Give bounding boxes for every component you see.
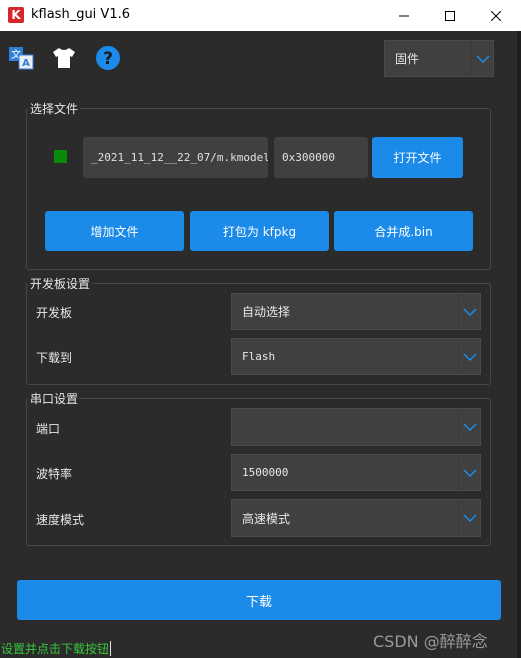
close-icon	[491, 10, 501, 21]
chevron-down-icon	[458, 339, 480, 374]
chevron-down-icon	[458, 500, 480, 536]
speed-mode-select[interactable]: 高速模式	[231, 499, 481, 537]
app-logo-icon: K	[8, 7, 24, 23]
baud-rate-label: 波特率	[36, 467, 73, 481]
window-title: kflash_gui V1.6	[31, 7, 130, 22]
speed-mode-label: 速度模式	[36, 513, 85, 527]
address-input[interactable]: 0x300000	[274, 137, 368, 178]
chevron-down-icon	[458, 409, 480, 445]
maximize-button[interactable]	[427, 0, 473, 31]
firmware-select-value: 固件	[395, 52, 420, 66]
chevron-down-icon	[458, 455, 480, 490]
pack-kfpkg-button[interactable]: 打包为 kfpkg	[190, 211, 329, 251]
title-bar: K kflash_gui V1.6	[0, 0, 521, 31]
status-text: 设置并点击下载按钮	[1, 642, 110, 656]
port-select[interactable]	[231, 408, 481, 446]
firmware-select[interactable]: 固件	[384, 40, 494, 77]
board-select-value: 自动选择	[242, 305, 291, 319]
board-select[interactable]: 自动选择	[231, 293, 481, 330]
baud-rate-select-value: 1500000	[242, 466, 289, 479]
help-icon[interactable]: ?	[94, 44, 122, 72]
minimize-button[interactable]	[381, 0, 427, 31]
svg-text:?: ?	[103, 49, 113, 69]
add-file-button[interactable]: 增加文件	[45, 211, 184, 251]
board-settings-group-title: 开发板设置	[28, 275, 93, 292]
baud-rate-select[interactable]: 1500000	[231, 454, 481, 491]
maximize-icon	[445, 10, 455, 21]
chevron-down-icon	[458, 294, 480, 329]
download-to-select[interactable]: Flash	[231, 338, 481, 375]
status-bar: 设置并点击下载按钮	[0, 639, 112, 658]
select-file-group-title: 选择文件	[28, 100, 81, 117]
minimize-icon	[399, 15, 409, 16]
svg-text:A: A	[22, 58, 30, 69]
file-status-indicator[interactable]	[54, 150, 67, 163]
window-edge	[517, 31, 521, 658]
download-button[interactable]: 下载	[17, 580, 501, 620]
close-button[interactable]	[473, 0, 519, 31]
language-icon[interactable]: 文 A	[7, 44, 35, 72]
download-to-label: 下载到	[36, 351, 73, 365]
serial-settings-group-title: 串口设置	[28, 390, 81, 407]
speed-mode-select-value: 高速模式	[242, 511, 291, 526]
open-file-button[interactable]: 打开文件	[372, 137, 463, 178]
text-caret	[110, 641, 112, 656]
download-to-select-value: Flash	[242, 350, 276, 363]
file-path-input[interactable]: _2021_11_12__22_07/m.kmodel	[83, 137, 268, 178]
port-label: 端口	[36, 422, 61, 436]
board-label: 开发板	[36, 306, 73, 320]
shirt-icon[interactable]	[50, 44, 78, 72]
merge-bin-button[interactable]: 合并成.bin	[334, 211, 473, 251]
chevron-down-icon	[471, 41, 493, 76]
watermark: CSDN @醉醉念	[373, 632, 488, 651]
